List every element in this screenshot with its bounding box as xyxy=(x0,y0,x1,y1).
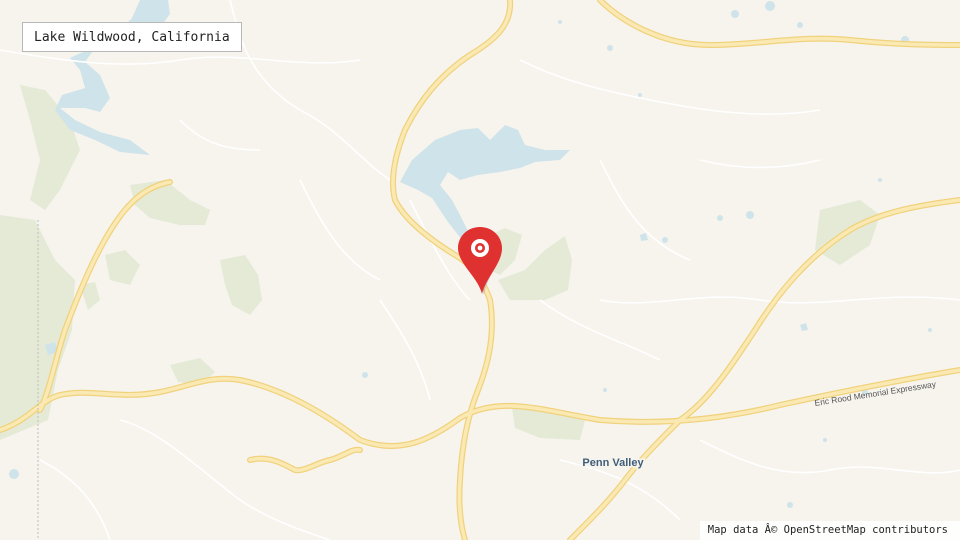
map-canvas[interactable]: Eric Rood Memorial Expressway Penn Valle… xyxy=(0,0,960,540)
map-title: Lake Wildwood, California xyxy=(22,22,242,52)
place-label-penn-valley[interactable]: Penn Valley xyxy=(581,456,646,471)
map-attribution[interactable]: Map data Â© OpenStreetMap contributors xyxy=(699,521,960,540)
